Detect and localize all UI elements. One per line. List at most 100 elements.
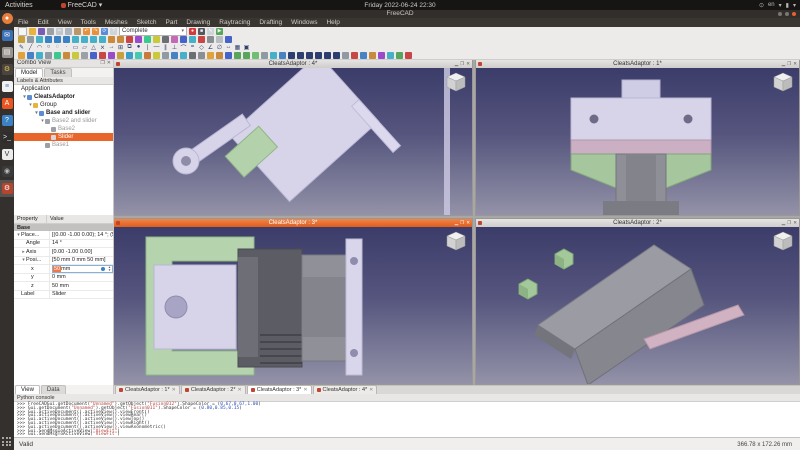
navigation-cube[interactable] bbox=[772, 230, 794, 254]
dock-views-icon[interactable] bbox=[207, 36, 214, 43]
sketch-ellipse-icon[interactable]: ◌ bbox=[54, 43, 61, 51]
tab-model[interactable]: Model bbox=[15, 68, 43, 77]
draft-move-icon[interactable] bbox=[360, 52, 367, 59]
refresh-icon[interactable]: ⟳ bbox=[101, 28, 108, 35]
rotate-right-icon[interactable] bbox=[117, 36, 124, 43]
fillet-icon[interactable] bbox=[144, 52, 151, 59]
draft-polygon-icon[interactable] bbox=[324, 52, 331, 59]
property-row-axis[interactable]: ▸Axis[0.00 -1.00 0.00] bbox=[14, 248, 113, 257]
launcher-firefox-icon[interactable]: ● bbox=[0, 10, 14, 27]
mesh-smooth-icon[interactable] bbox=[270, 52, 277, 59]
status-icon[interactable]: ⊙ bbox=[759, 2, 764, 9]
menu-part[interactable]: Part bbox=[162, 19, 182, 26]
mesh-analyze-icon[interactable] bbox=[261, 52, 268, 59]
draft-trimex-icon[interactable] bbox=[387, 52, 394, 59]
macro-record-icon[interactable]: ● bbox=[189, 28, 196, 35]
part-cylinder-icon[interactable] bbox=[27, 52, 34, 59]
draft-scale-icon[interactable] bbox=[378, 52, 385, 59]
viewport-1-titlebar[interactable]: CleatsAdaptor : 1* ▁❐✕ bbox=[476, 60, 799, 68]
tree-item-cleatsadaptor[interactable]: ▾CleatsAdaptor bbox=[14, 93, 113, 101]
viewport-2-controls[interactable]: ▁❐✕ bbox=[782, 220, 797, 226]
fullscreen-icon[interactable] bbox=[216, 36, 223, 43]
viewport-4-controls[interactable]: ▁❐✕ bbox=[455, 61, 470, 67]
macro-edit-icon[interactable]: ✎ bbox=[207, 28, 214, 35]
tree-item-group[interactable]: ▾Group bbox=[14, 101, 113, 109]
part-sphere-icon[interactable] bbox=[36, 52, 43, 59]
cut-icon[interactable]: ✂ bbox=[56, 28, 63, 35]
select-all-icon[interactable] bbox=[189, 36, 196, 43]
draft-rectangle-icon[interactable] bbox=[333, 52, 340, 59]
mesh-import-icon[interactable] bbox=[234, 52, 241, 59]
sketch-edit-icon[interactable]: ✎ bbox=[18, 43, 25, 51]
launcher-app-store-icon[interactable]: A bbox=[0, 95, 14, 112]
macro-stop-icon[interactable]: ■ bbox=[198, 28, 205, 35]
mirror-icon[interactable] bbox=[135, 52, 142, 59]
extrude-icon[interactable] bbox=[117, 52, 124, 59]
system-indicators[interactable]: ⊙en▾▮▾ bbox=[759, 2, 796, 9]
mdi-tab-3[interactable]: CleatsAdaptor : 3*✕ bbox=[247, 385, 312, 394]
draft-downgrade-icon[interactable] bbox=[405, 52, 412, 59]
menu-drawing[interactable]: Drawing bbox=[182, 19, 214, 26]
new-view-icon[interactable] bbox=[198, 36, 205, 43]
show-applications-icon[interactable] bbox=[2, 437, 12, 447]
toggle-visibility-icon[interactable] bbox=[153, 36, 160, 43]
ruled-surface-icon[interactable] bbox=[162, 52, 169, 59]
part-cone-icon[interactable] bbox=[45, 52, 52, 59]
tree-item-application[interactable]: Application bbox=[14, 85, 113, 93]
property-row-angle[interactable]: Angle14 ° bbox=[14, 240, 113, 249]
window-dot-icon[interactable] bbox=[778, 12, 782, 16]
close-tab-icon[interactable]: ✕ bbox=[303, 387, 307, 393]
measure-distance-icon[interactable] bbox=[126, 36, 133, 43]
sketch-circle-icon[interactable]: ○ bbox=[45, 43, 52, 51]
layout-caret-icon[interactable]: ▾ bbox=[779, 2, 782, 9]
menu-raytracing[interactable]: Raytracing bbox=[215, 19, 254, 26]
launcher-terminal-icon[interactable]: >_ bbox=[0, 129, 14, 146]
sketch-arc-icon[interactable]: ◠ bbox=[36, 43, 43, 51]
launcher-files-icon[interactable]: ▤ bbox=[0, 44, 14, 61]
constraint-distance-icon[interactable]: ↔ bbox=[225, 43, 232, 51]
view-fit-icon[interactable] bbox=[18, 36, 25, 43]
menu-sketch[interactable]: Sketch bbox=[133, 19, 161, 26]
constraint-tangent-icon[interactable]: ⌒ bbox=[180, 43, 187, 51]
battery-icon[interactable]: ▮ bbox=[786, 2, 789, 9]
draft-line-icon[interactable] bbox=[288, 52, 295, 59]
tree-item-base2-and-slider[interactable]: ▾Base2 and slider bbox=[14, 117, 113, 125]
tree-item-base-and-slider[interactable]: ▾Base and slider bbox=[14, 109, 113, 117]
axis-cross-icon[interactable] bbox=[225, 36, 232, 43]
constraint-coincident-icon[interactable]: ● bbox=[135, 43, 142, 51]
macro-play-icon[interactable]: ▶ bbox=[216, 28, 223, 35]
tab-tasks[interactable]: Tasks bbox=[44, 68, 71, 77]
view-left-icon[interactable] bbox=[90, 36, 97, 43]
sketch-slot-icon[interactable]: ▱ bbox=[81, 43, 88, 51]
viewport-3-controls[interactable]: ▁❐✕ bbox=[455, 220, 470, 226]
menu-file[interactable]: File bbox=[14, 19, 32, 26]
menu-drafting[interactable]: Drafting bbox=[255, 19, 286, 26]
property-group-base[interactable]: Base bbox=[14, 224, 113, 231]
draft-arc-icon[interactable] bbox=[315, 52, 322, 59]
draft-dimension-icon[interactable] bbox=[351, 52, 358, 59]
whats-this-icon[interactable]: ? bbox=[110, 28, 117, 35]
mesh-create-icon[interactable] bbox=[252, 52, 259, 59]
sketch-polygon-icon[interactable]: △ bbox=[90, 43, 97, 51]
constraint-diameter-icon[interactable]: ∅ bbox=[216, 43, 223, 51]
viewport-1-controls[interactable]: ▁❐✕ bbox=[782, 61, 797, 67]
constraint-parallel-icon[interactable]: ∥ bbox=[162, 43, 169, 51]
launcher-software-settings-icon[interactable]: ⚙ bbox=[0, 61, 14, 78]
box-selection-icon[interactable] bbox=[180, 36, 187, 43]
section-icon[interactable] bbox=[189, 52, 196, 59]
part-primitives-icon[interactable] bbox=[72, 52, 79, 59]
sketch-copy-icon[interactable]: ⧉ bbox=[126, 43, 133, 51]
boolean-cut-icon[interactable] bbox=[99, 52, 106, 59]
compound-icon[interactable] bbox=[225, 52, 232, 59]
launcher-writer-document-icon[interactable]: ≡ bbox=[0, 78, 14, 95]
menu-tools[interactable]: Tools bbox=[77, 19, 100, 26]
property-row-place[interactable]: ▾Place...[(0.00 -1.00 0.00); 14 °; (50 m… bbox=[14, 231, 113, 240]
view-axonometric-icon[interactable] bbox=[99, 36, 106, 43]
boolean-common-icon[interactable] bbox=[108, 52, 115, 59]
sketch-grid-icon[interactable]: ▦ bbox=[234, 43, 241, 51]
draft-wire-icon[interactable] bbox=[297, 52, 304, 59]
sketch-line-icon[interactable]: ╱ bbox=[27, 43, 34, 51]
python-console-header[interactable]: Python console bbox=[14, 394, 800, 402]
part-box-icon[interactable] bbox=[18, 52, 25, 59]
constraint-symmetric-icon[interactable]: ◇ bbox=[198, 43, 205, 51]
